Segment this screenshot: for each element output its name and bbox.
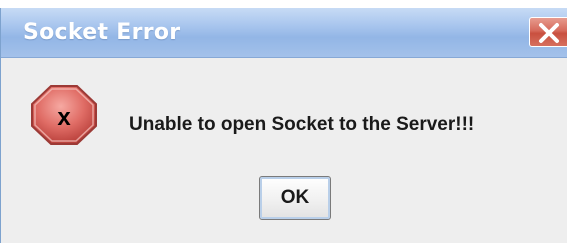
error-message: Unable to open Socket to the Server!!! xyxy=(129,114,475,135)
dialog-content: x Unable to open Socket to the Server!!!… xyxy=(1,58,567,243)
title-bar[interactable]: Socket Error xyxy=(1,8,567,58)
error-x-icon: x xyxy=(31,85,97,145)
dialog-title: Socket Error xyxy=(23,20,181,45)
close-icon xyxy=(539,23,559,43)
socket-error-dialog: Socket Error x Unable to open Socket to … xyxy=(0,8,567,243)
svg-text:x: x xyxy=(57,104,71,131)
ok-button[interactable]: OK xyxy=(259,176,331,220)
close-button[interactable] xyxy=(529,17,567,47)
